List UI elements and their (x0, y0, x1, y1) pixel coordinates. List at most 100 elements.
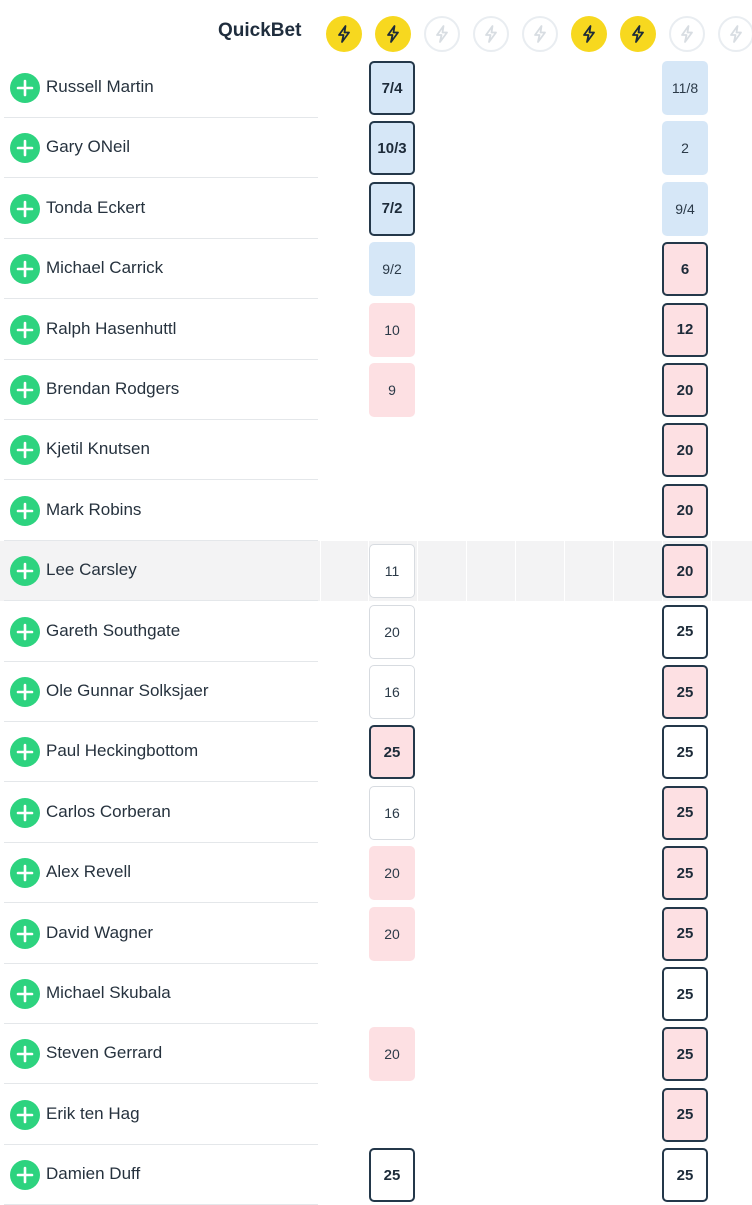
quickbet-toggle-3[interactable] (424, 16, 460, 52)
odds-button[interactable]: 10/3 (369, 121, 415, 176)
add-selection-button[interactable] (10, 1039, 40, 1070)
quickbet-toggle-4[interactable] (473, 16, 509, 52)
odds-button[interactable]: 25 (662, 906, 708, 961)
runner-row: Steven Gerrard 20 25 (0, 1024, 752, 1085)
lightning-bolt-icon (481, 24, 501, 44)
odds-button[interactable]: 25 (369, 1148, 415, 1203)
plus-icon (15, 863, 35, 883)
plus-icon (15, 622, 35, 642)
odds-button[interactable]: 25 (662, 1027, 708, 1082)
add-selection-button[interactable] (10, 797, 40, 828)
odds-button[interactable]: 20 (662, 483, 708, 538)
runner-name: David Wagner (46, 922, 154, 942)
odds-button[interactable]: 25 (662, 967, 708, 1021)
add-selection-button[interactable] (10, 254, 40, 285)
odds-button[interactable]: 11/8 (662, 61, 708, 115)
odds-button[interactable]: 12 (662, 302, 708, 357)
runner-row: Paul Heckingbottom 25 25 (0, 722, 752, 783)
add-selection-button[interactable] (10, 616, 40, 647)
column-divider (564, 541, 565, 602)
odds-button[interactable]: 25 (662, 846, 708, 901)
quickbet-label: QuickBet (218, 20, 302, 41)
lightning-bolt-icon (628, 24, 648, 44)
quickbet-toggle-9[interactable] (718, 16, 752, 52)
add-selection-button[interactable] (10, 918, 40, 949)
odds-button[interactable]: 25 (662, 604, 708, 659)
runner-name: Gary ONeil (46, 137, 131, 157)
odds-button[interactable]: 9/2 (369, 242, 415, 297)
quickbet-toggle-8[interactable] (669, 16, 705, 52)
plus-icon (15, 1165, 35, 1185)
odds-button[interactable]: 25 (662, 725, 708, 780)
runner-name: Ralph Hasenhuttl (46, 318, 177, 338)
add-selection-button[interactable] (10, 495, 40, 526)
runner-name: Mark Robins (46, 499, 142, 519)
runner-row: Michael Carrick 9/2 6 (0, 239, 752, 300)
quickbet-toggle-5[interactable] (522, 16, 558, 52)
add-selection-button[interactable] (10, 435, 40, 466)
runner-name: Michael Skubala (46, 983, 171, 1002)
add-selection-button[interactable] (10, 979, 40, 1009)
add-selection-button[interactable] (10, 737, 40, 768)
quickbet-toggle-7[interactable] (620, 16, 656, 52)
odds-button[interactable]: 20 (369, 906, 415, 961)
odds-button[interactable]: 9 (369, 363, 415, 417)
plus-icon (15, 984, 35, 1004)
runner-row: Lee Carsley 11 20 (0, 541, 752, 602)
odds-button[interactable]: 20 (369, 846, 415, 901)
add-selection-button[interactable] (10, 677, 40, 707)
odds-button[interactable]: 11 (369, 544, 415, 599)
quickbet-toggle-6[interactable] (571, 16, 607, 52)
runner-name: Tonda Eckert (46, 197, 146, 217)
lightning-bolt-icon (726, 24, 746, 44)
odds-button[interactable]: 20 (662, 423, 708, 478)
odds-button[interactable]: 20 (369, 604, 415, 659)
runner-name: Ole Gunnar Solksjaer (46, 681, 209, 700)
odds-button[interactable]: 16 (369, 665, 415, 719)
add-selection-button[interactable] (10, 1160, 40, 1191)
add-selection-button[interactable] (10, 1099, 40, 1130)
runner-name: Lee Carsley (46, 560, 137, 580)
odds-button[interactable]: 20 (662, 363, 708, 417)
runner-name: Kjetil Knutsen (46, 439, 150, 459)
add-selection-button[interactable] (10, 314, 40, 345)
runner-name: Damien Duff (46, 1164, 141, 1184)
runner-row: Brendan Rodgers 9 20 (0, 360, 752, 420)
odds-button[interactable]: 25 (662, 1148, 708, 1203)
quickbet-toggle-1[interactable] (326, 16, 362, 52)
runner-row: Gareth Southgate 20 25 (0, 602, 752, 662)
odds-button[interactable]: 10 (369, 302, 415, 357)
odds-button[interactable]: 2 (662, 121, 708, 176)
runner-row: Tonda Eckert 7/2 9/4 (0, 179, 752, 239)
odds-button[interactable]: 25 (662, 785, 708, 840)
odds-button[interactable]: 6 (662, 242, 708, 297)
runner-name: Paul Heckingbottom (46, 741, 199, 761)
runner-row: Russell Martin 7/4 11/8 (0, 58, 752, 118)
plus-icon (15, 320, 35, 340)
quickbet-header: QuickBet (0, 0, 752, 64)
odds-button[interactable]: 16 (369, 785, 415, 840)
quickbet-toggle-2[interactable] (375, 16, 411, 52)
add-selection-button[interactable] (10, 193, 40, 224)
odds-button[interactable]: 25 (369, 725, 415, 780)
column-divider (613, 541, 614, 602)
odds-button[interactable]: 7/4 (369, 61, 415, 115)
lightning-bolt-icon (334, 24, 354, 44)
odds-button[interactable]: 20 (369, 1027, 415, 1082)
odds-button[interactable]: 9/4 (662, 181, 708, 236)
add-selection-button[interactable] (10, 858, 40, 889)
runner-row: Damien Duff 25 25 (0, 1145, 752, 1205)
plus-icon (15, 803, 35, 823)
lightning-bolt-icon (677, 24, 697, 44)
add-selection-button[interactable] (10, 375, 40, 405)
odds-button[interactable]: 7/2 (369, 181, 415, 236)
add-selection-button[interactable] (10, 73, 40, 103)
add-selection-button[interactable] (10, 556, 40, 587)
plus-icon (15, 1044, 35, 1064)
add-selection-button[interactable] (10, 133, 40, 164)
runner-row: Michael Skubala 25 (0, 964, 752, 1024)
odds-button[interactable]: 25 (662, 665, 708, 719)
plus-icon (15, 1105, 35, 1125)
odds-button[interactable]: 25 (662, 1087, 708, 1142)
odds-button[interactable]: 20 (662, 544, 708, 599)
